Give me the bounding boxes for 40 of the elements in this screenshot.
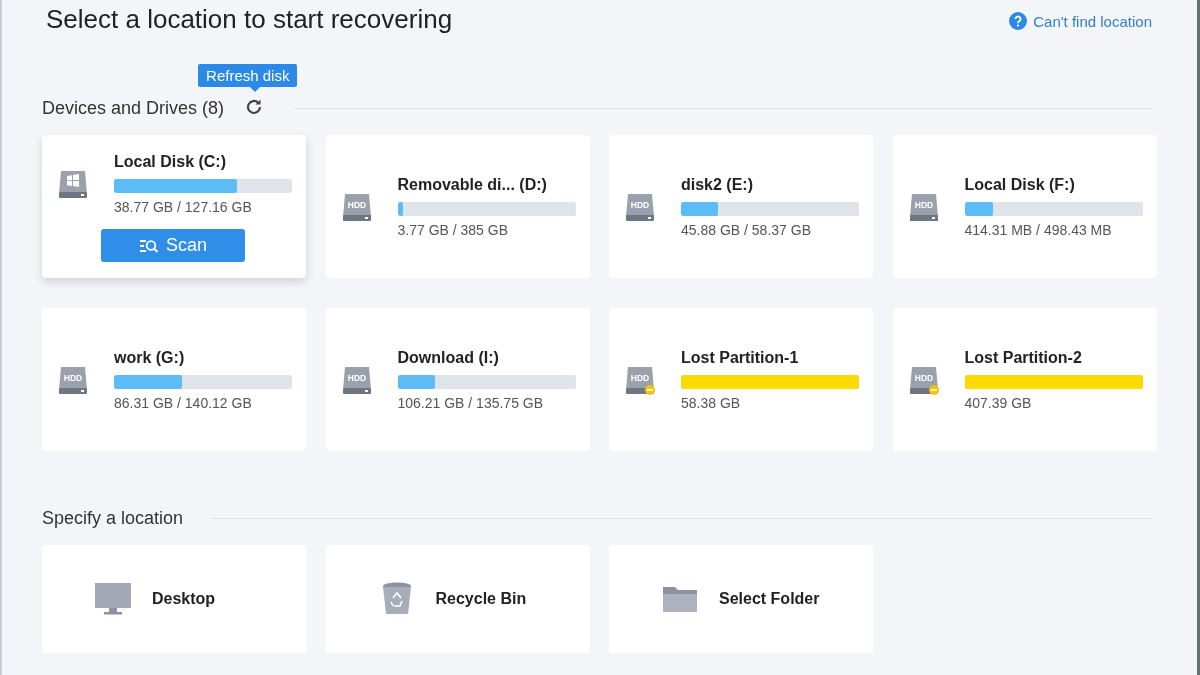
usage-text: 407.39 GB xyxy=(964,394,1033,411)
location-label: Desktop xyxy=(152,590,216,608)
page-title: Select a location to start recovering xyxy=(46,4,453,35)
drive-name: Local Disk (C:) xyxy=(114,153,227,171)
drive-name: Local Disk (F:) xyxy=(964,175,1076,194)
drive-card[interactable]: HDD Lost Partition-2 407.39 GB xyxy=(892,308,1157,451)
drive-card[interactable]: HDD Lost Partition-1 58.38 GB xyxy=(609,308,873,451)
tooltip: Refresh disk xyxy=(198,64,298,87)
location-card[interactable]: Recycle Bin xyxy=(325,545,590,653)
usage-text: 414.31 MB / 498.43 MB xyxy=(964,221,1113,238)
drive-card[interactable]: HDD Removable di... (D:) 3.77 GB / 385 GB xyxy=(325,135,590,278)
help-icon xyxy=(1009,12,1028,30)
drive-name: work (G:) xyxy=(114,348,186,367)
drive-card[interactable]: Local Disk (C:) 38.77 GB / 127.16 GB Scan xyxy=(42,135,306,278)
location-card[interactable]: Select Folder xyxy=(609,545,873,653)
drive-name: Lost Partition-1 xyxy=(681,348,800,367)
usage-text: 45.88 GB / 58.37 GB xyxy=(681,221,812,238)
drive-name: disk2 (E:) xyxy=(681,175,754,194)
drive-card[interactable]: HDD Download (I:) 106.21 GB / 135.75 GB xyxy=(325,308,590,451)
scan-icon xyxy=(139,237,159,254)
location-card[interactable]: Desktop xyxy=(42,545,306,653)
location-label: Recycle Bin xyxy=(435,590,527,608)
windows-drive-icon xyxy=(58,168,88,200)
usage-text: 86.31 GB / 140.12 GB xyxy=(114,394,253,411)
drive-card[interactable]: HDD disk2 (E:) 45.88 GB / 58.37 GB xyxy=(609,135,873,278)
drive-name: Removable di... (D:) xyxy=(397,175,548,194)
tooltip-pointer xyxy=(250,87,261,92)
drive-name: Download (I:) xyxy=(397,348,500,367)
usage-text: 58.38 GB xyxy=(681,394,742,411)
usage-text: 3.77 GB / 385 GB xyxy=(397,221,509,238)
usage-text: 38.77 GB / 127.16 GB xyxy=(114,199,253,215)
usage-text: 106.21 GB / 135.75 GB xyxy=(397,394,545,411)
location-label: Select Folder xyxy=(719,590,820,608)
monitor-icon xyxy=(94,582,132,616)
drive-name: Lost Partition-2 xyxy=(964,348,1083,367)
section-heading: Devices and Drives (8) xyxy=(42,97,225,119)
drive-card[interactable]: HDD Local Disk (F:) 414.31 MB / 498.43 MB xyxy=(892,135,1157,278)
section-heading: Specify a location xyxy=(42,507,184,529)
help-link[interactable]: Can't find location xyxy=(1009,12,1152,30)
drive-card[interactable]: HDD work (G:) 86.31 GB / 140.12 GB xyxy=(42,308,306,451)
